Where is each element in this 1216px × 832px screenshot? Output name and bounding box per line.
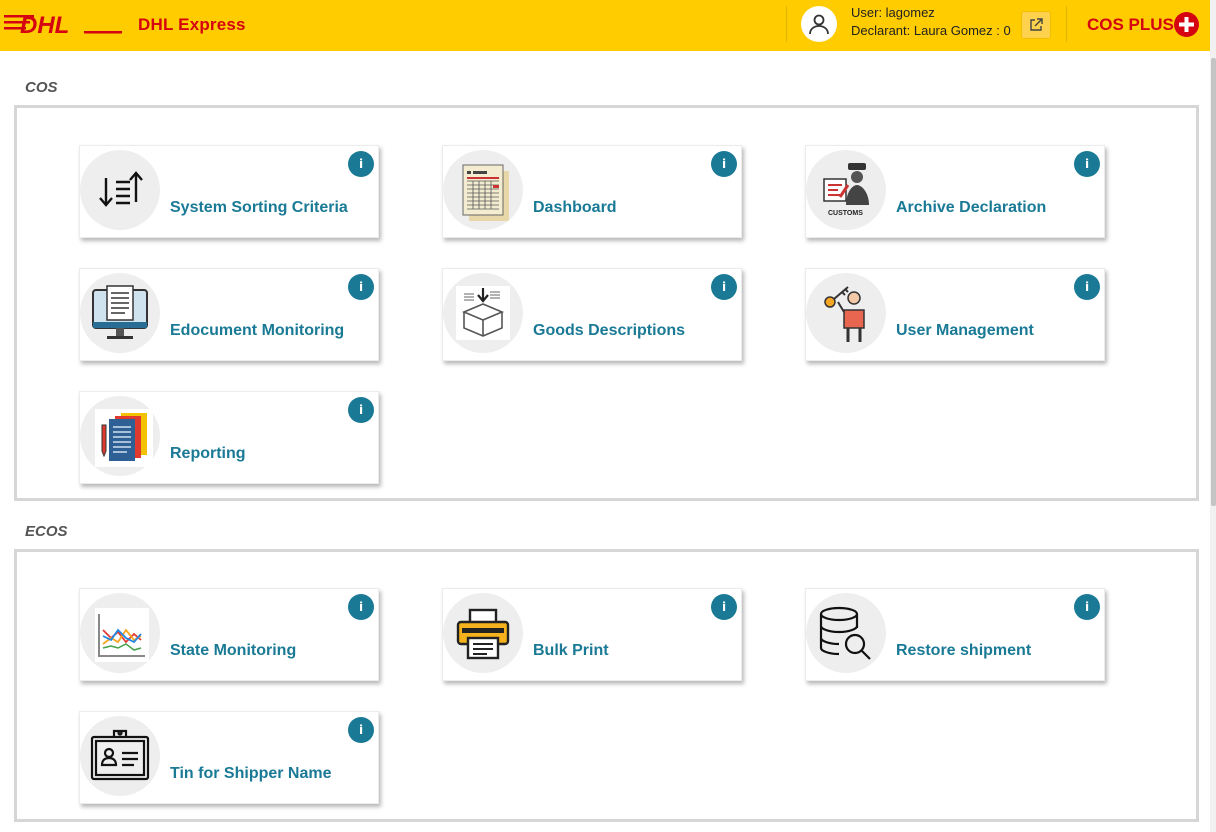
svg-text:DHL: DHL: [20, 12, 69, 38]
dhl-logo[interactable]: DHL: [4, 12, 122, 38]
tile-system-sorting-criteria[interactable]: System Sorting Criteria i: [79, 145, 379, 238]
tile-dashboard[interactable]: Dashboard i: [442, 145, 742, 238]
database-search-icon: [806, 593, 886, 673]
report-folders-icon: [80, 396, 160, 476]
info-icon[interactable]: i: [1074, 274, 1100, 300]
info-icon[interactable]: i: [1074, 594, 1100, 620]
tile-label: Restore shipment: [896, 642, 1032, 659]
tile-label: Edocument Monitoring: [170, 322, 345, 339]
tile-label: Goods Descriptions: [533, 322, 686, 339]
id-badge-icon: [80, 716, 160, 796]
info-icon[interactable]: i: [348, 151, 374, 177]
user-key-icon: [806, 273, 886, 353]
tile-reporting[interactable]: Reporting i: [79, 391, 379, 484]
tile-edocument-monitoring[interactable]: Edocument Monitoring i: [79, 268, 379, 361]
info-icon[interactable]: i: [348, 274, 374, 300]
tile-label: Bulk Print: [533, 642, 609, 659]
tile-label: User Management: [896, 322, 1034, 339]
info-icon[interactable]: i: [348, 717, 374, 743]
tile-bulk-print[interactable]: Bulk Print i: [442, 588, 742, 681]
section-title-cos: COS: [25, 79, 58, 96]
app-title: DHL Express: [138, 15, 246, 34]
tile-label: Dashboard: [533, 199, 617, 216]
info-icon[interactable]: i: [348, 397, 374, 423]
info-icon[interactable]: i: [711, 594, 737, 620]
customs-officer-icon: CUSTOMS: [806, 150, 886, 230]
tile-restore-shipment[interactable]: Restore shipment i: [805, 588, 1105, 681]
box-icon: [443, 273, 523, 353]
user-avatar-icon[interactable]: [801, 6, 837, 42]
top-header-bar: DHL DHL Express User: lagomez Declarant:…: [0, 0, 1210, 51]
header-divider: [1066, 6, 1067, 42]
spreadsheet-icon: [443, 150, 523, 230]
tile-label: Reporting: [170, 445, 246, 462]
cos-plus-label[interactable]: COS PLUS: [1087, 15, 1174, 35]
sort-icon: [80, 150, 160, 230]
tile-state-monitoring[interactable]: State Monitoring i: [79, 588, 379, 681]
external-link-button[interactable]: [1021, 11, 1051, 39]
tile-tin-for-shipper-name[interactable]: Tin for Shipper Name i: [79, 711, 379, 804]
tile-label: System Sorting Criteria: [170, 199, 348, 216]
section-title-ecos: ECOS: [25, 523, 68, 540]
svg-text:CUSTOMS: CUSTOMS: [828, 210, 863, 217]
plus-icon[interactable]: [1174, 12, 1199, 37]
monitor-document-icon: [80, 273, 160, 353]
tile-goods-descriptions[interactable]: Goods Descriptions i: [442, 268, 742, 361]
info-icon[interactable]: i: [348, 594, 374, 620]
info-icon[interactable]: i: [711, 274, 737, 300]
tile-user-management[interactable]: User Management i: [805, 268, 1105, 361]
tile-archive-declaration[interactable]: CUSTOMS Archive Declaration i: [805, 145, 1105, 238]
scrollbar-thumb[interactable]: [1211, 58, 1216, 506]
info-icon[interactable]: i: [1074, 151, 1100, 177]
tile-label: State Monitoring: [170, 642, 297, 659]
external-link-icon: [1030, 18, 1043, 31]
header-divider: [786, 6, 787, 42]
line-chart-icon: [80, 593, 160, 673]
tile-label: Archive Declaration: [896, 199, 1047, 216]
printer-icon: [443, 593, 523, 673]
tile-label: Tin for Shipper Name: [170, 765, 332, 782]
user-name-text: User: lagomez: [851, 5, 935, 20]
info-icon[interactable]: i: [711, 151, 737, 177]
declarant-text: Declarant: Laura Gomez : 0: [851, 23, 1011, 38]
